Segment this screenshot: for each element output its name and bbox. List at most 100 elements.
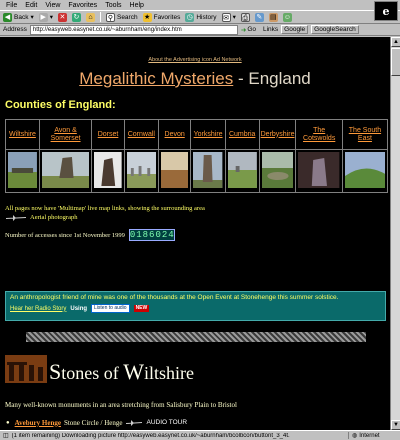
county-link[interactable]: Wiltshire (7, 131, 38, 139)
county-thumbnail[interactable] (261, 152, 294, 188)
multimap-note: All pages now have 'Multimap' live map l… (5, 205, 205, 212)
scroll-up-arrow-icon[interactable]: ▲ (391, 37, 400, 47)
menu-help[interactable]: Help (130, 2, 144, 9)
page-title-suffix: - England (233, 69, 311, 88)
county-thumbnail[interactable] (298, 152, 340, 188)
county-thumbnail-cell (341, 149, 389, 193)
county-thumbnail-cell (258, 149, 297, 193)
google-button[interactable]: Google (281, 25, 309, 34)
county-thumbnail[interactable] (227, 152, 257, 188)
county-cell: Wiltshire (5, 119, 40, 150)
county-cell: Dorset (91, 119, 125, 150)
menu-favorites[interactable]: Favorites (68, 2, 97, 9)
menu-tools[interactable]: Tools (105, 2, 121, 9)
messenger-button[interactable]: ☺ (282, 12, 292, 22)
discuss-button[interactable]: ▤ (268, 12, 278, 22)
county-thumbnail[interactable] (41, 152, 90, 188)
scroll-thumb[interactable] (391, 48, 400, 76)
site-list: ● Avebury Henge Stone Circle / Henge AUDIO … (6, 417, 187, 431)
county-thumbnail[interactable] (160, 152, 189, 188)
county-link[interactable]: Cornwall (126, 131, 157, 139)
print-button[interactable]: ⎙ (240, 12, 250, 22)
history-label: History (196, 13, 217, 21)
county-link[interactable]: Cumbria (227, 131, 258, 139)
county-thumbnail[interactable] (126, 152, 156, 188)
county-link[interactable]: The Cotswolds (297, 127, 340, 143)
home-button[interactable]: ⌂ (85, 12, 95, 22)
menu-view[interactable]: View (45, 2, 60, 9)
search-icon: ⚲ (105, 12, 115, 22)
county-link[interactable]: Avon & Somerset (41, 127, 90, 143)
back-button[interactable]: ◀ Back ▾ (3, 12, 34, 22)
site-link[interactable]: Avebury Henge (15, 419, 61, 427)
aerial-legend: Aerial photograph (5, 214, 390, 221)
page-title-link[interactable]: Megalithic Mysteries (79, 69, 233, 88)
vertical-scrollbar[interactable]: ▲ ▼ (390, 37, 400, 430)
county-thumbnail[interactable] (344, 152, 385, 188)
county-thumbnail[interactable] (94, 152, 122, 188)
county-thumbnail-cell (190, 149, 226, 193)
county-cell: The Cotswolds (295, 119, 343, 150)
county-thumbnail-cell (157, 149, 192, 193)
wiltshire-heading-rest1: tones of (61, 363, 124, 383)
county-link[interactable]: The South East (344, 127, 386, 143)
wiltshire-subtitle: Many well-known monuments in an area str… (5, 401, 237, 409)
counties-table: Wiltshire Avon & Somerset Dorset Cornwall De… (5, 119, 389, 193)
favorites-button[interactable]: ★ Favorites (142, 12, 180, 22)
address-input[interactable]: http://easyweb.easynet.co.uk/~aburnham/e… (29, 24, 238, 35)
county-cell: Cornwall (123, 119, 159, 150)
search-label: Search (116, 13, 138, 21)
county-link[interactable]: Derbyshire (261, 131, 295, 139)
toolbar-separator (99, 12, 101, 22)
county-thumbnail[interactable] (193, 152, 223, 188)
county-thumbnail-cell (91, 149, 125, 193)
wiltshire-heading: Stones of Wiltshire (49, 359, 195, 384)
print-icon: ⎙ (240, 12, 250, 22)
scroll-down-arrow-icon[interactable]: ▼ (391, 420, 400, 430)
search-button[interactable]: ⚲ Search (105, 12, 138, 22)
zone-label: Internet (359, 432, 380, 439)
history-button[interactable]: ◷ History (185, 12, 217, 22)
page-title: Megalithic Mysteries - England (0, 69, 390, 89)
site-list-item: ● Avebury Henge Stone Circle / Henge AUDIO … (6, 417, 187, 428)
mail-icon: ✉ (221, 12, 231, 22)
county-thumbnail-cell (295, 149, 343, 193)
wiltshire-heading-cap2: W (123, 359, 145, 384)
ad-line: About the Advertising icon Ad Network (0, 54, 390, 63)
refresh-button[interactable]: ↻ (71, 12, 81, 22)
wiltshire-section-heading: Stones of Wiltshire (5, 355, 194, 383)
county-link[interactable]: Devon (160, 131, 190, 139)
links-button[interactable]: Links (263, 26, 278, 33)
menu-file[interactable]: File (6, 2, 17, 9)
wiltshire-heading-rest2: iltshire (144, 363, 195, 383)
page-loading-icon: ◫ (3, 433, 9, 439)
menu-edit[interactable]: Edit (25, 2, 37, 9)
county-link[interactable]: Yorkshire (192, 131, 223, 139)
county-thumbnail-cell (224, 149, 260, 193)
county-thumbnail[interactable] (8, 152, 37, 188)
forward-button[interactable]: ▶ ▾ (38, 12, 53, 22)
ad-network-link[interactable]: About the Advertising icon Ad Network (148, 57, 241, 63)
counties-heading: Counties of England: (5, 99, 116, 111)
history-icon: ◷ (185, 12, 195, 22)
counter-label: Number of accesses since 1st November 19… (5, 231, 125, 239)
google-search-button[interactable]: GoogleSearch (311, 25, 359, 34)
audio-tour-label[interactable]: AUDIO TOUR (146, 419, 187, 426)
county-cell: The South East (341, 119, 389, 150)
bullet-icon: ● (6, 419, 10, 426)
radio-story-link[interactable]: Hear her Radio Story (10, 306, 66, 312)
county-cell: Yorkshire (190, 119, 226, 150)
mail-button[interactable]: ✉ ▾ (221, 12, 236, 22)
aircraft-icon[interactable] (125, 419, 143, 426)
back-label: Back (14, 13, 29, 21)
access-counter: Number of accesses since 1st November 19… (5, 229, 390, 241)
go-button[interactable]: ➜ Go (241, 26, 256, 34)
stop-button[interactable]: ✕ (57, 12, 67, 22)
new-badge: NEW (133, 305, 150, 312)
county-cell: Derbyshire (258, 119, 297, 150)
audio-badge[interactable]: Listen to audio (91, 304, 130, 313)
county-cell: Cumbria (224, 119, 260, 150)
edit-button[interactable]: ✎ (254, 12, 264, 22)
county-cell: Devon (157, 119, 192, 150)
county-link[interactable]: Dorset (93, 131, 123, 139)
